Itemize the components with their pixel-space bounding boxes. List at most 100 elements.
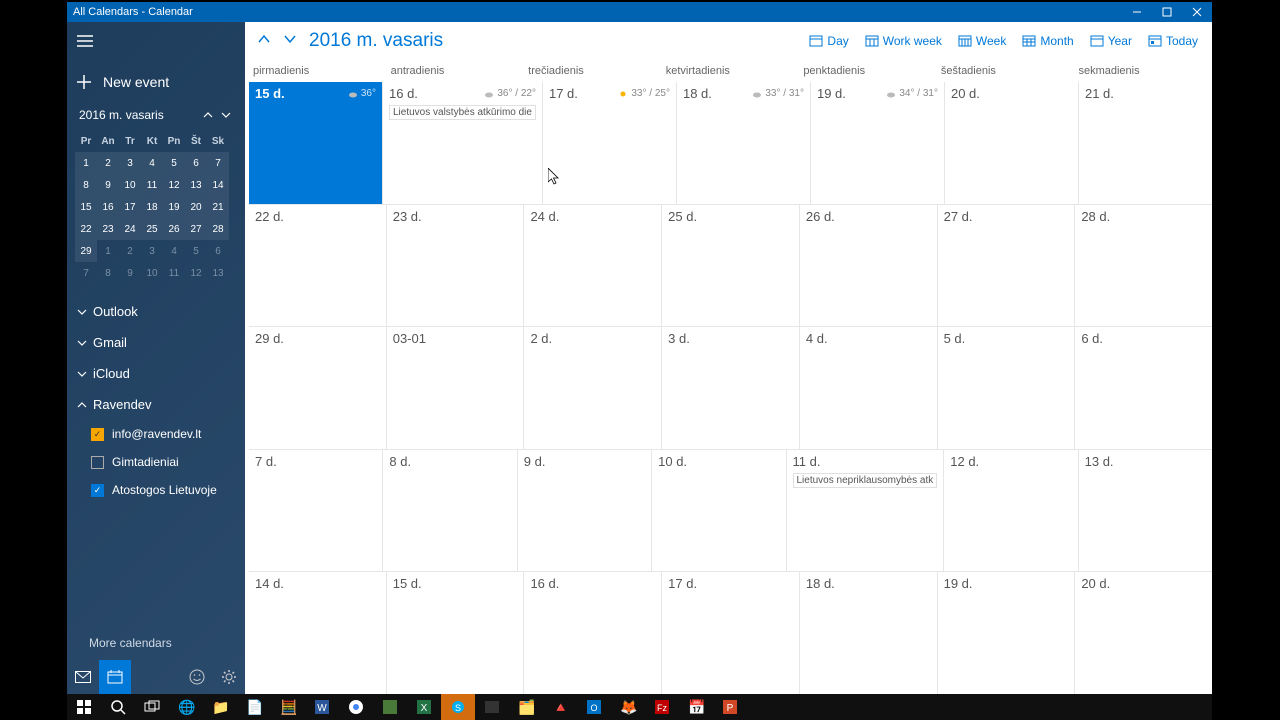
- day-cell[interactable]: 25 d.: [661, 205, 799, 327]
- mail-button[interactable]: [67, 660, 99, 694]
- tb-skype[interactable]: S: [441, 694, 475, 720]
- feedback-button[interactable]: [181, 660, 213, 694]
- mini-cal-day[interactable]: 10: [119, 174, 141, 196]
- tb-calculator[interactable]: 🧮: [271, 694, 305, 720]
- day-cell[interactable]: 3 d.: [661, 327, 799, 449]
- mini-cal-day[interactable]: 6: [185, 152, 207, 174]
- day-cell[interactable]: 8 d.: [382, 450, 516, 572]
- checkbox-checked-icon[interactable]: ✓: [91, 428, 104, 441]
- taskview-button[interactable]: [135, 694, 169, 720]
- tb-notepad[interactable]: 📄: [237, 694, 271, 720]
- mini-cal-day[interactable]: 6: [207, 240, 229, 262]
- day-cell[interactable]: 27 d.: [937, 205, 1075, 327]
- tb-edge[interactable]: 🌐: [169, 694, 203, 720]
- mini-cal-day[interactable]: 1: [97, 240, 119, 262]
- day-cell[interactable]: 15 d.: [386, 572, 524, 694]
- mini-cal-day[interactable]: 17: [119, 196, 141, 218]
- view-today-button[interactable]: Today: [1142, 30, 1204, 52]
- view-month-button[interactable]: Month: [1016, 30, 1079, 52]
- tb-terminal[interactable]: [475, 694, 509, 720]
- day-cell[interactable]: 14 d.: [249, 572, 386, 694]
- minimize-button[interactable]: [1122, 2, 1152, 22]
- calendar-button[interactable]: [99, 660, 131, 694]
- tb-vlc[interactable]: 🔺: [543, 694, 577, 720]
- day-cell[interactable]: 28 d.: [1074, 205, 1212, 327]
- mini-cal-day[interactable]: 26: [163, 218, 185, 240]
- mini-cal-day[interactable]: 4: [163, 240, 185, 262]
- day-cell[interactable]: 17 d.: [661, 572, 799, 694]
- tb-app2[interactable]: 🗂️: [509, 694, 543, 720]
- mini-cal-day[interactable]: 14: [207, 174, 229, 196]
- mini-cal-day[interactable]: 21: [207, 196, 229, 218]
- mini-cal-day[interactable]: 25: [141, 218, 163, 240]
- day-cell[interactable]: 18 d.: [799, 572, 937, 694]
- day-cell[interactable]: 6 d.: [1074, 327, 1212, 449]
- day-cell[interactable]: 18 d.33° / 31°: [676, 82, 810, 204]
- tb-app1[interactable]: [373, 694, 407, 720]
- calendar-info[interactable]: ✓info@ravendev.lt: [87, 420, 245, 448]
- mini-cal-day[interactable]: 12: [163, 174, 185, 196]
- day-cell[interactable]: 13 d.: [1078, 450, 1212, 572]
- view-day-button[interactable]: Day: [803, 30, 854, 52]
- start-button[interactable]: [67, 694, 101, 720]
- mini-cal-day[interactable]: 23: [97, 218, 119, 240]
- day-cell[interactable]: 7 d.: [249, 450, 382, 572]
- mini-cal-next[interactable]: [217, 106, 235, 124]
- search-button[interactable]: [101, 694, 135, 720]
- hamburger-menu[interactable]: [67, 22, 245, 64]
- calendar-atostogos[interactable]: ✓Atostogos Lietuvoje: [87, 476, 245, 504]
- more-calendars-link[interactable]: More calendars: [67, 628, 245, 658]
- prev-period-button[interactable]: [251, 28, 277, 54]
- account-outlook[interactable]: Outlook: [67, 296, 245, 327]
- mini-cal-day[interactable]: 8: [75, 174, 97, 196]
- maximize-button[interactable]: [1152, 2, 1182, 22]
- day-cell[interactable]: 20 d.: [1074, 572, 1212, 694]
- mini-cal-day[interactable]: 8: [97, 262, 119, 284]
- new-event-button[interactable]: New event: [67, 64, 245, 102]
- mini-cal-day[interactable]: 28: [207, 218, 229, 240]
- day-cell[interactable]: 29 d.: [249, 327, 386, 449]
- day-cell[interactable]: 9 d.: [517, 450, 651, 572]
- mini-cal-day[interactable]: 4: [141, 152, 163, 174]
- calendar-event[interactable]: Lietuvos nepriklausomybės atk: [793, 473, 938, 488]
- mini-cal-day[interactable]: 5: [163, 152, 185, 174]
- account-gmail[interactable]: Gmail: [67, 327, 245, 358]
- day-cell[interactable]: 10 d.: [651, 450, 785, 572]
- day-cell[interactable]: 03-01: [386, 327, 524, 449]
- tb-powerpoint[interactable]: P: [713, 694, 747, 720]
- view-year-button[interactable]: Year: [1084, 30, 1138, 52]
- mini-cal-day[interactable]: 19: [163, 196, 185, 218]
- tb-chrome[interactable]: [339, 694, 373, 720]
- mini-cal-day[interactable]: 22: [75, 218, 97, 240]
- day-cell[interactable]: 19 d.34° / 31°: [810, 82, 944, 204]
- mini-cal-day[interactable]: 11: [163, 262, 185, 284]
- tb-excel[interactable]: X: [407, 694, 441, 720]
- tb-filezilla[interactable]: Fz: [645, 694, 679, 720]
- mini-cal-day[interactable]: 15: [75, 196, 97, 218]
- day-cell[interactable]: 26 d.: [799, 205, 937, 327]
- day-cell[interactable]: 17 d.33° / 25°: [542, 82, 676, 204]
- close-button[interactable]: [1182, 2, 1212, 22]
- day-cell[interactable]: 5 d.: [937, 327, 1075, 449]
- mini-cal-day[interactable]: 24: [119, 218, 141, 240]
- mini-cal-prev[interactable]: [199, 106, 217, 124]
- mini-cal-day[interactable]: 12: [185, 262, 207, 284]
- mini-cal-day[interactable]: 2: [97, 152, 119, 174]
- day-cell[interactable]: 24 d.: [523, 205, 661, 327]
- day-cell[interactable]: 23 d.: [386, 205, 524, 327]
- mini-cal-day[interactable]: 20: [185, 196, 207, 218]
- day-cell[interactable]: 2 d.: [523, 327, 661, 449]
- settings-button[interactable]: [213, 660, 245, 694]
- day-cell[interactable]: 15 d.36°: [249, 82, 382, 204]
- mini-cal-day[interactable]: 3: [141, 240, 163, 262]
- mini-cal-day[interactable]: 5: [185, 240, 207, 262]
- mini-cal-day[interactable]: 7: [75, 262, 97, 284]
- account-icloud[interactable]: iCloud: [67, 358, 245, 389]
- day-cell[interactable]: 12 d.: [943, 450, 1077, 572]
- day-cell[interactable]: 11 d.Lietuvos nepriklausomybės atk: [786, 450, 944, 572]
- view-week-button[interactable]: Week: [952, 30, 1012, 52]
- day-cell[interactable]: 22 d.: [249, 205, 386, 327]
- view-workweek-button[interactable]: Work week: [859, 30, 948, 52]
- account-ravendev[interactable]: Ravendev: [67, 389, 245, 420]
- mini-cal-day[interactable]: 3: [119, 152, 141, 174]
